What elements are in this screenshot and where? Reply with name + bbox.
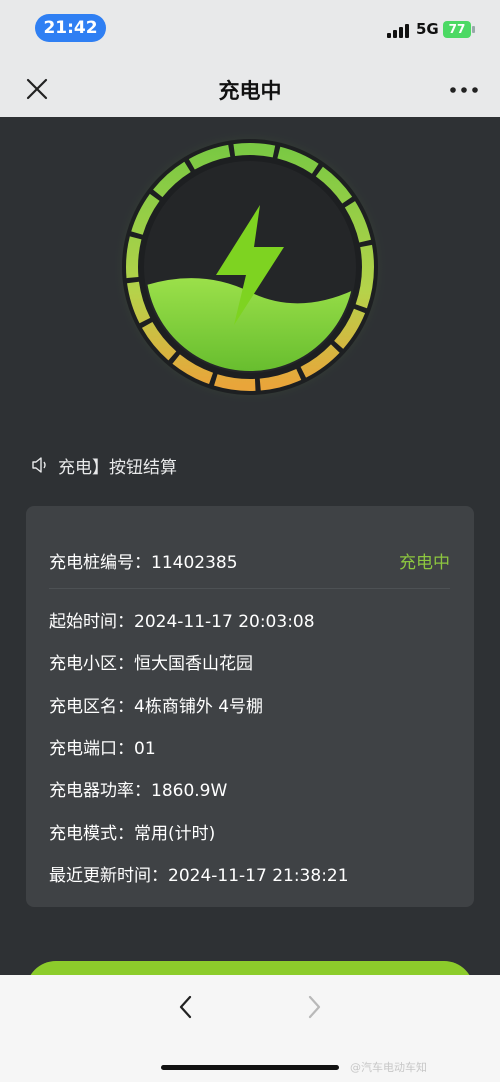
info-row-port: 充电端口：01: [49, 739, 156, 759]
main-content: 充电】按钮结算 充电桩编号：11402385 充电中 起始时间：2024-11-…: [0, 117, 500, 975]
signal-icon: [387, 22, 411, 38]
more-icon[interactable]: [447, 78, 481, 102]
info-row-mode: 充电模式：常用(计时): [49, 824, 216, 844]
status-badge: 充电中: [399, 553, 450, 573]
info-row-power: 充电器功率：1860.9W: [49, 781, 228, 801]
watermark: @汽车电动车知: [350, 1061, 427, 1074]
divider: [49, 588, 450, 589]
info-row-pile-id: 充电桩编号：11402385: [49, 553, 238, 573]
notice-bar: 充电】按钮结算: [30, 453, 177, 478]
battery-icon: 77: [443, 21, 471, 38]
charging-indicator: [110, 127, 390, 407]
nav-bar: 充电中: [0, 62, 500, 117]
battery-tip: [472, 26, 475, 33]
status-bar: 21:42 5G 77: [0, 0, 500, 62]
bottom-toolbar: @汽车电动车知: [0, 975, 500, 1082]
info-row-updated: 最近更新时间：2024-11-17 21:38:21: [49, 866, 349, 886]
info-row-area: 充电区名：4栋商铺外 4号棚: [49, 697, 264, 717]
status-time: 21:42: [35, 14, 106, 42]
close-icon[interactable]: [22, 74, 52, 104]
charging-info-card: 充电桩编号：11402385 充电中 起始时间：2024-11-17 20:03…: [26, 506, 474, 907]
network-label: 5G: [416, 20, 439, 38]
notice-text: 充电】按钮结算: [58, 457, 177, 478]
chevron-right-icon[interactable]: [300, 991, 328, 1023]
page-title: 充电中: [218, 79, 282, 103]
home-indicator[interactable]: [161, 1065, 339, 1070]
chevron-left-icon[interactable]: [172, 991, 200, 1023]
info-row-community: 充电小区：恒大国香山花园: [49, 654, 253, 674]
battery-level: 77: [448, 22, 466, 36]
speaker-icon: [32, 457, 46, 473]
info-row-start-time: 起始时间：2024-11-17 20:03:08: [49, 612, 315, 632]
